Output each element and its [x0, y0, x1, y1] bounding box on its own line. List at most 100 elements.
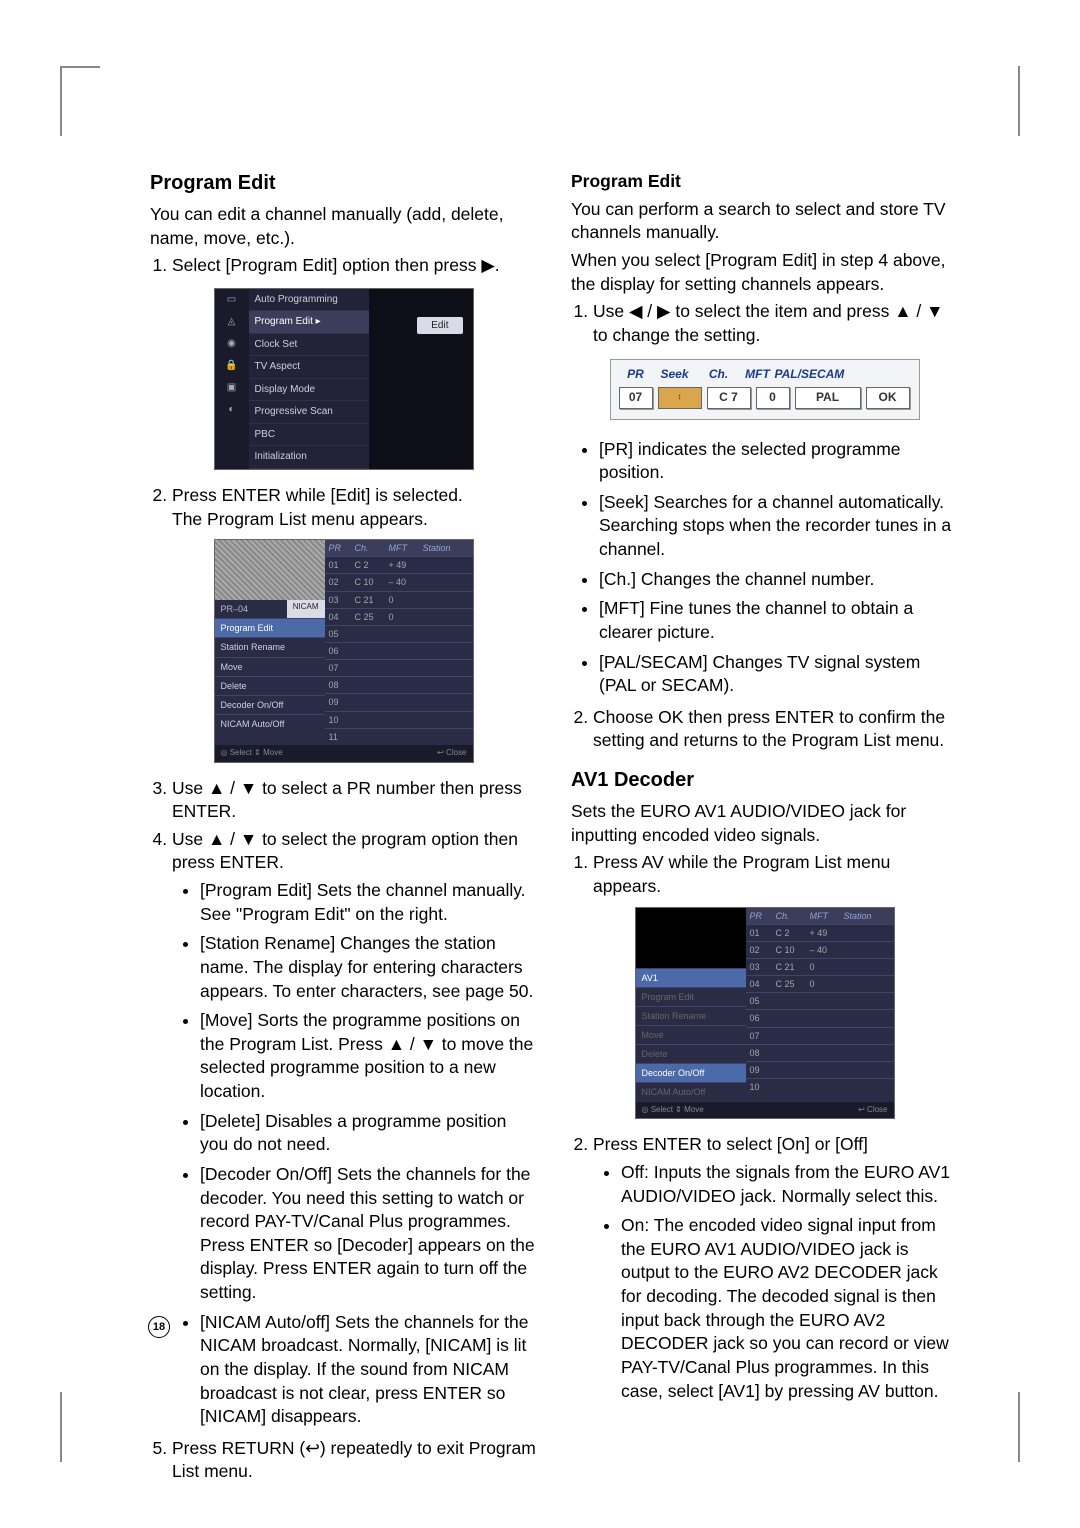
right-p2: When you select [Program Edit] in step 4… — [571, 249, 958, 296]
side-menu-item: Decoder On/Off — [215, 695, 325, 714]
table-row: 06 — [746, 1009, 894, 1026]
bottom-hint-left: ◎ Select ⇕ Move — [221, 748, 283, 759]
intro-text: You can edit a channel manually (add, de… — [150, 203, 537, 250]
side-menu-item: Program Edit — [215, 618, 325, 637]
seek-value-cell: OK — [866, 387, 910, 409]
side-menu-item: Delete — [636, 1044, 746, 1063]
av1-decoder-heading: AV1 Decoder — [571, 767, 958, 794]
osd-menu-item: PBC — [249, 424, 369, 447]
table-row: 09 — [746, 1061, 894, 1078]
list-item: [Program Edit] Sets the channel manually… — [200, 879, 537, 926]
table-row: 03C 210 — [325, 591, 473, 608]
list-item: On: The encoded video signal input from … — [621, 1214, 958, 1403]
list-item: [Decoder On/Off] Sets the channels for t… — [200, 1163, 537, 1305]
table-row: 08 — [746, 1044, 894, 1061]
left-step-1: Select [Program Edit] option then press … — [172, 254, 537, 278]
left-column: Program Edit You can edit a channel manu… — [150, 170, 537, 1490]
table-row: 10 — [325, 711, 473, 728]
av1-label: AV1 — [636, 968, 746, 987]
osd-menu-item: TV Aspect — [249, 356, 369, 379]
list-item: [NICAM Auto/off] Sets the channels for t… — [200, 1311, 537, 1429]
tuner-icon: ◬ — [215, 311, 249, 333]
disc-icon: ◉ — [215, 333, 249, 355]
table-row: 02C 10– 40 — [746, 941, 894, 958]
side-menu-item: NICAM Auto/Off — [215, 714, 325, 733]
figure-av1-list: AV1 Program EditStation RenameMoveDelete… — [635, 907, 895, 1120]
table-row: 09 — [325, 693, 473, 710]
left-step-5: Press RETURN (↩) repeatedly to exit Prog… — [172, 1437, 537, 1484]
table-row: 04C 250 — [325, 608, 473, 625]
figure-seek-bar: PRSeekCh.MFTPAL/SECAM 07↕C 70PALOK — [610, 359, 920, 419]
right-step-1: Use ◀ / ▶ to select the item and press ▲… — [593, 300, 958, 347]
list-item: [Delete] Disables a programme position y… — [200, 1110, 537, 1157]
seek-value-cell: PAL — [795, 387, 861, 409]
seek-value-cell: 07 — [619, 387, 653, 409]
edit-button: Edit — [417, 317, 462, 335]
figure-osd-menu: ▭ ◬ ◉ 🔒 ▣ ◐ Auto ProgrammingProgram Edit… — [214, 288, 474, 470]
seek-arrow-cell: ↕ — [658, 387, 702, 409]
av-step-2: Press ENTER to select [On] or [Off] Off:… — [593, 1133, 958, 1403]
lock-icon: 🔒 — [215, 355, 249, 377]
table-row: 05 — [325, 625, 473, 642]
table-row: 05 — [746, 992, 894, 1009]
bottom-hint-right: ↩ Close — [437, 748, 466, 759]
table-row: 02C 10– 40 — [325, 573, 473, 590]
bottom-hint-left: ◎ Select ⇕ Move — [642, 1105, 704, 1116]
table-row: 06 — [325, 642, 473, 659]
list-item: [MFT] Fine tunes the channel to obtain a… — [599, 597, 958, 644]
list-item: [Station Rename] Changes the station nam… — [200, 932, 537, 1003]
right-p1: You can perform a search to select and s… — [571, 198, 958, 245]
table-row: 10 — [746, 1078, 894, 1095]
table-row: 07 — [325, 659, 473, 676]
table-row: 11 — [325, 728, 473, 745]
list-item: [PR] indicates the selected programme po… — [599, 438, 958, 485]
osd-menu-item: Progressive Scan — [249, 401, 369, 424]
list-item: [Ch.] Changes the channel number. — [599, 568, 958, 592]
side-menu-item: Station Rename — [215, 637, 325, 656]
osd-menu-item: Initialization — [249, 446, 369, 469]
page-number: 18 — [148, 1316, 170, 1338]
table-row: 01C 2+ 49 — [325, 556, 473, 573]
seek-value-cell: C 7 — [707, 387, 751, 409]
osd-menu-item: Display Mode — [249, 379, 369, 402]
program-edit-heading: Program Edit — [150, 170, 537, 197]
left-step-4: Use ▲ / ▼ to select the program option t… — [172, 828, 537, 1429]
list-item: [Move] Sorts the programme positions on … — [200, 1009, 537, 1104]
side-menu-item: Move — [215, 657, 325, 676]
list-item: Off: Inputs the signals from the EURO AV… — [621, 1161, 958, 1208]
av-step-1: Press AV while the Program List menu app… — [593, 851, 958, 898]
left-step-2: Press ENTER while [Edit] is selected. Th… — [172, 484, 537, 531]
side-menu-item: NICAM Auto/Off — [636, 1082, 746, 1101]
osd-menu-item: Clock Set — [249, 334, 369, 357]
side-menu-item: Station Rename — [636, 1006, 746, 1025]
right-step-2: Choose OK then press ENTER to confirm th… — [593, 706, 958, 753]
list-item: [Seek] Searches for a channel automatica… — [599, 491, 958, 562]
table-row: 08 — [325, 676, 473, 693]
bottom-hint-right: ↩ Close — [858, 1105, 887, 1116]
list-item: [PAL/SECAM] Changes TV signal system (PA… — [599, 651, 958, 698]
program-edit-subheading: Program Edit — [571, 170, 958, 194]
table-row: 03C 210 — [746, 958, 894, 975]
table-row: 07 — [746, 1027, 894, 1044]
figure-program-list: PR–04 NICAM Program EditStation RenameMo… — [214, 539, 474, 762]
side-menu-item: Decoder On/Off — [636, 1063, 746, 1082]
left-step-3: Use ▲ / ▼ to select a PR number then pre… — [172, 777, 537, 824]
pr-label: PR–04 — [215, 600, 287, 618]
nicam-badge: NICAM — [287, 600, 325, 618]
page-content: Program Edit You can edit a channel manu… — [150, 170, 958, 1490]
side-menu-item: Move — [636, 1025, 746, 1044]
table-row: 01C 2+ 49 — [746, 924, 894, 941]
osd-menu-item: Program Edit ▸ — [249, 311, 369, 334]
osd-menu-item: Auto Programming — [249, 289, 369, 312]
seek-value-cell: 0 — [756, 387, 790, 409]
preview-thumbnail — [215, 540, 325, 600]
right-column: Program Edit You can perform a search to… — [571, 170, 958, 1490]
hdd-icon: ◐ — [215, 399, 249, 421]
av-intro: Sets the EURO AV1 AUDIO/VIDEO jack for i… — [571, 800, 958, 847]
tv-icon: ▭ — [215, 289, 249, 311]
table-row: 04C 250 — [746, 975, 894, 992]
preview-thumbnail-black — [636, 908, 746, 968]
rec-icon: ▣ — [215, 377, 249, 399]
side-menu-item: Program Edit — [636, 987, 746, 1006]
side-menu-item: Delete — [215, 676, 325, 695]
